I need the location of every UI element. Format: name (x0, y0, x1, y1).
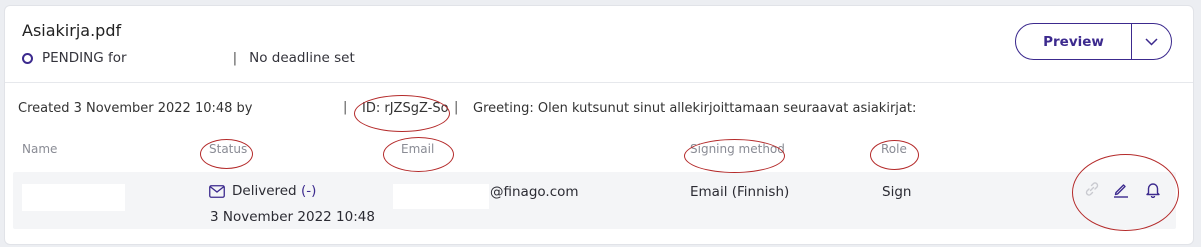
deadline-text: No deadline set (249, 50, 355, 66)
document-id: ID: rJZSgZ-So (362, 101, 449, 116)
meta-separator: | (343, 100, 348, 115)
column-header-role: Role (881, 142, 907, 156)
bell-icon[interactable] (1144, 180, 1162, 198)
column-header-name: Name (22, 142, 58, 156)
greeting-text: Greeting: Olen kutsunut sinut allekirjoi… (473, 101, 917, 116)
preview-dropdown-button[interactable] (1132, 24, 1171, 59)
column-header-status: Status (209, 142, 248, 156)
card-header: Asiakirja.pdf PENDING for | No deadline … (5, 6, 1193, 83)
edit-icon[interactable] (1112, 180, 1130, 198)
envelope-icon (209, 185, 225, 198)
column-header-signing-method: Signing method (690, 142, 785, 156)
pending-status-icon (22, 52, 33, 64)
chevron-down-icon (1145, 37, 1158, 46)
preview-button-group: Preview (1015, 23, 1172, 60)
status-cell: Delivered (-) (209, 183, 316, 199)
meta-separator: | (454, 100, 459, 115)
status-separator: | (232, 50, 238, 66)
link-icon[interactable] (1083, 180, 1101, 198)
status-line: PENDING for | No deadline set (22, 50, 355, 66)
table-row (13, 172, 1176, 229)
role-value: Sign (882, 184, 912, 200)
email-domain: @finago.com (490, 184, 579, 200)
redacted-recipient (126, 50, 227, 66)
signing-method-value: Email (Finnish) (690, 184, 790, 200)
status-details-link[interactable]: (-) (301, 183, 316, 199)
redacted-email-user (393, 184, 489, 209)
status-delivered: Delivered (232, 183, 297, 199)
redacted-name (22, 184, 125, 211)
preview-button[interactable]: Preview (1016, 24, 1132, 59)
created-info: Created 3 November 2022 10:48 by (18, 101, 253, 116)
document-filename: Asiakirja.pdf (22, 21, 122, 40)
column-header-email: Email (401, 142, 435, 156)
pending-status-text: PENDING for (42, 50, 127, 66)
status-date: 3 November 2022 10:48 (210, 209, 375, 225)
